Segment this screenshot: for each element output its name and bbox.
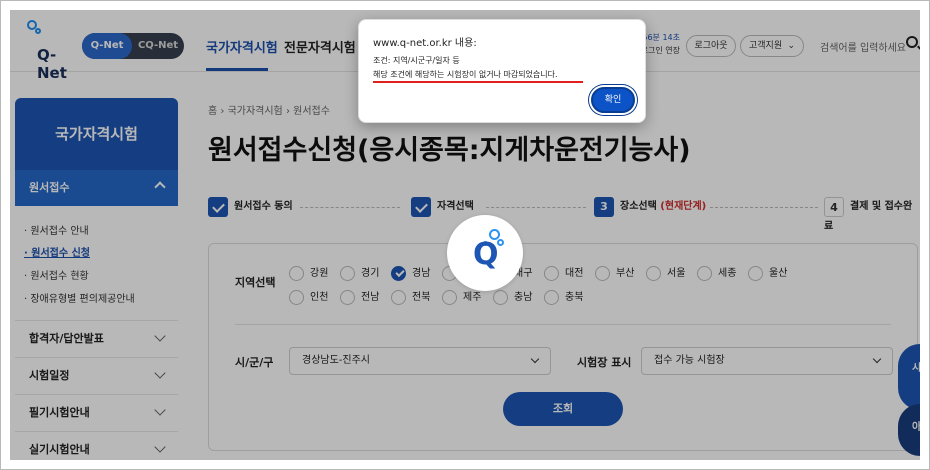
ok-button[interactable]: 확인 (591, 87, 635, 113)
loading-spinner: Q (447, 215, 523, 291)
qnet-q-icon: Q (473, 237, 499, 272)
alert-dialog: www.q-net.or.kr 내용: 조건: 지역/시군구/일자 등 해당 조… (358, 19, 646, 123)
alert-message-line2: 해당 조건에 해당하는 시험장이 없거나 마감되었습니다. (373, 70, 558, 79)
alert-title: www.q-net.or.kr 내용: (373, 38, 477, 49)
viewport: Q-Net Q-Net CQ-Net 국가자격시험 전문자격시험 56분 14초… (10, 10, 920, 460)
alert-message-line1: 조건: 지역/시군구/일자 등 (373, 56, 460, 65)
red-underline-annotation (373, 81, 583, 83)
